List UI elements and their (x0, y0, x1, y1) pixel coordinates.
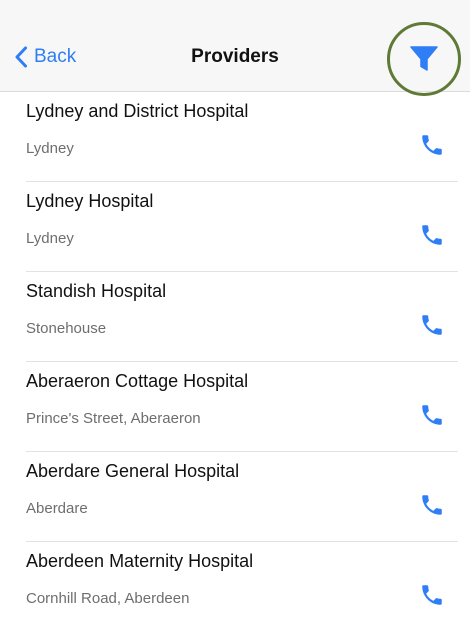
provider-name: Aberdeen Maternity Hospital (26, 551, 254, 571)
provider-name: Lydney Hospital (26, 191, 154, 211)
provider-address: Lydney (26, 140, 74, 157)
list-item[interactable]: Lydney and District Hospital Lydney (0, 92, 470, 182)
nav-bar: Back Providers (0, 0, 470, 96)
provider-list: Lydney and District Hospital Lydney Lydn… (0, 92, 470, 632)
provider-name: Aberaeron Cottage Hospital (26, 371, 249, 391)
phone-icon[interactable] (419, 492, 445, 518)
provider-name: Standish Hospital (26, 281, 167, 301)
list-item[interactable]: Lydney Hospital Lydney (0, 182, 470, 272)
provider-address: Aberdare (26, 500, 88, 517)
phone-icon[interactable] (419, 402, 445, 428)
list-item[interactable]: Aberaeron Cottage Hospital Prince's Stre… (0, 362, 470, 452)
list-item[interactable]: Aberdare General Hospital Aberdare (0, 452, 470, 542)
provider-name: Lydney and District Hospital (26, 101, 249, 121)
filter-icon (410, 46, 438, 71)
phone-icon[interactable] (419, 222, 445, 248)
provider-address: Cornhill Road, Aberdeen (26, 590, 190, 607)
filter-button[interactable] (387, 22, 461, 96)
list-item[interactable]: Aberdeen Maternity Hospital Cornhill Roa… (0, 542, 470, 632)
phone-icon[interactable] (419, 582, 445, 608)
provider-address: Prince's Street, Aberaeron (26, 410, 201, 427)
provider-address: Lydney (26, 230, 74, 247)
provider-name: Aberdare General Hospital (26, 461, 240, 481)
provider-address: Stonehouse (26, 320, 107, 337)
phone-icon[interactable] (419, 132, 445, 158)
phone-icon[interactable] (419, 312, 445, 338)
list-item[interactable]: Standish Hospital Stonehouse (0, 272, 470, 362)
